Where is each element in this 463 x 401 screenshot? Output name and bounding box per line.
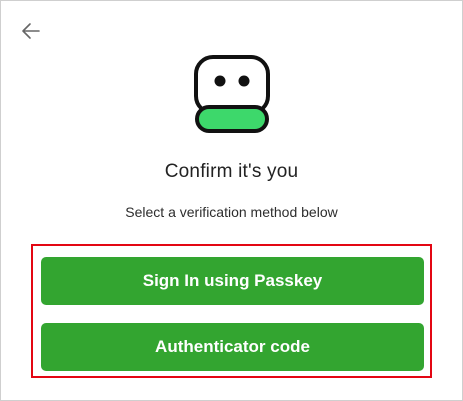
arrow-left-icon [22, 23, 40, 39]
back-button[interactable] [19, 20, 43, 42]
page-subtitle: Select a verification method below [125, 204, 338, 220]
page-title: Confirm it's you [164, 161, 299, 182]
left-eye [214, 75, 226, 87]
sign-in-passkey-button[interactable]: Sign In using Passkey [41, 257, 424, 305]
authenticator-code-button[interactable]: Authenticator code [41, 323, 424, 371]
logo-base [195, 105, 269, 133]
robot-face-logo [194, 55, 270, 133]
verification-dialog: Confirm it's you Select a verification m… [0, 0, 463, 401]
right-eye [238, 75, 250, 87]
